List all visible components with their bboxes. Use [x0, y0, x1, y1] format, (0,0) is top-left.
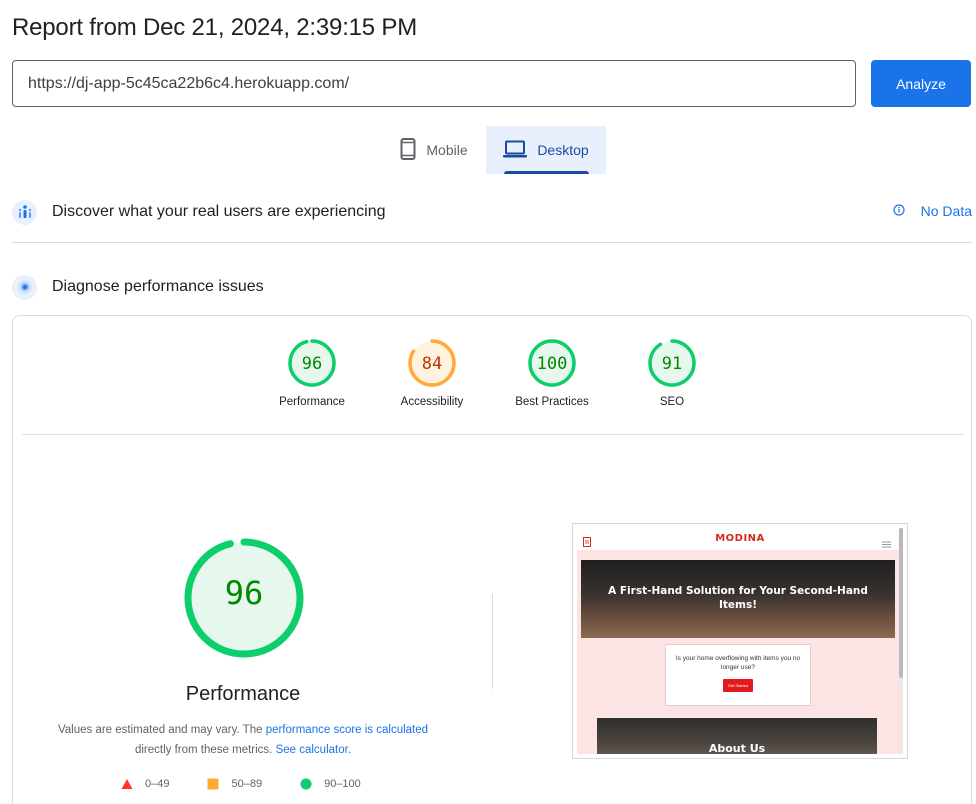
report-title: Report from Dec 21, 2024, 2:39:15 PM: [12, 14, 418, 41]
tab-desktop-label: Desktop: [537, 142, 589, 158]
screenshot-cta-box: Is your home overflowing with items you …: [665, 644, 811, 706]
legend-fail-range: 0–49: [145, 778, 170, 790]
screenshot-cta-button: Get Started: [723, 679, 753, 692]
info-icon: [893, 203, 905, 219]
tab-mobile-label: Mobile: [426, 142, 468, 158]
category-gauge-accessibility[interactable]: 84 Accessibility: [382, 338, 482, 408]
no-data-label: No Data: [920, 203, 972, 219]
gauge-score: 100: [537, 354, 568, 374]
legend-average-range: 50–89: [231, 778, 263, 790]
main-gauge-label: Performance: [185, 683, 301, 705]
triangle-icon: [121, 779, 133, 789]
category-gauge-performance[interactable]: 96 Performance: [262, 338, 362, 408]
note-text-2: directly from these metrics.: [134, 744, 276, 756]
gauge-label: Performance: [279, 396, 345, 408]
legend-fail: 0–49: [121, 778, 169, 790]
url-input[interactable]: [12, 60, 856, 107]
square-icon: [207, 778, 219, 790]
gauge-score: 96: [302, 354, 322, 374]
screenshot-scrollbar: [899, 528, 903, 754]
diagnose-title: Diagnose performance issues: [52, 278, 264, 295]
note-text-1: Values are estimated and may vary. The: [57, 724, 266, 736]
performance-main-gauge: 96: [182, 536, 306, 665]
legend-average: 50–89: [207, 778, 262, 790]
tab-desktop[interactable]: Desktop: [486, 126, 606, 174]
page-screenshot-thumbnail[interactable]: MODINA A First-Hand Solution for Your Se…: [572, 523, 908, 759]
real-users-title: Discover what your real users are experi…: [52, 203, 386, 220]
legend-pass: 90–100: [300, 778, 361, 790]
screenshot-page: MODINA A First-Hand Solution for Your Se…: [577, 528, 903, 754]
score-legend: 0–49 50–89 90–100: [121, 778, 399, 790]
users-crux-icon: [12, 199, 37, 225]
tab-mobile[interactable]: Mobile: [382, 126, 486, 174]
main-gauge-score: 96: [225, 574, 264, 612]
gauge-label: SEO: [659, 396, 685, 408]
diagnose-section-header: Diagnose performance issues: [12, 272, 972, 302]
circle-icon: [300, 778, 312, 790]
gauge-score: 91: [662, 354, 682, 374]
screenshot-logo: MODINA: [715, 533, 765, 544]
section-divider: [12, 242, 972, 243]
screenshot-menu-icon: [882, 535, 891, 553]
vertical-separator: [492, 594, 493, 689]
selected-tab-indicator: [504, 171, 589, 174]
real-users-section-header: Discover what your real users are experi…: [12, 197, 972, 227]
screenshot-cta-text: Is your home overflowing with items you …: [675, 655, 801, 671]
gauge-label: Best Practices: [515, 396, 589, 408]
see-calculator-link[interactable]: See calculator.: [276, 744, 351, 756]
no-data-status[interactable]: No Data: [893, 203, 972, 219]
analyze-button[interactable]: Analyze: [871, 60, 971, 107]
screenshot-navbar: MODINA: [577, 528, 903, 550]
screenshot-hero-title: A First-Hand Solution for Your Second-Ha…: [608, 585, 868, 611]
screenshot-about-section: About Us: [597, 718, 877, 754]
legend-pass-range: 90–100: [324, 778, 361, 790]
gauge-label: Accessibility: [400, 396, 464, 408]
card-divider: [22, 434, 964, 435]
category-gauge-best-practices[interactable]: 100 Best Practices: [502, 338, 602, 408]
lighthouse-diagnose-icon: [12, 274, 37, 300]
lighthouse-report-card: 96 Performance 84 Accessibility 100 Best Prac…: [12, 315, 972, 804]
score-note: Values are estimated and may vary. The p…: [43, 720, 443, 760]
screenshot-about-title: About Us: [708, 742, 766, 754]
laptop-icon: [503, 140, 528, 161]
screenshot-hero: A First-Hand Solution for Your Second-Ha…: [581, 560, 895, 638]
mobile-phone-icon: [400, 137, 416, 163]
performance-score-link[interactable]: performance score is calculated: [266, 724, 428, 736]
category-gauge-seo[interactable]: 91 SEO: [622, 338, 722, 408]
gauge-score: 84: [422, 354, 442, 374]
